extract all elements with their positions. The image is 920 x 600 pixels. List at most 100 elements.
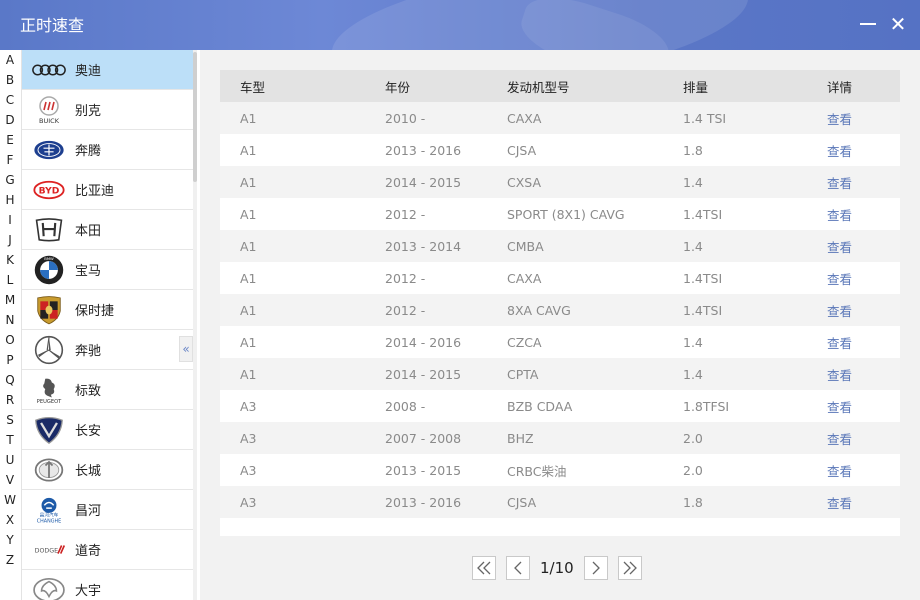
alphabet-letter[interactable]: B: [0, 70, 20, 90]
brand-item[interactable]: 昌河汽车 CHANGHE 昌河: [22, 490, 193, 530]
first-page-button[interactable]: [472, 556, 496, 580]
cell-engine: 8XA CAVG: [487, 294, 663, 326]
alphabet-letter[interactable]: A: [0, 50, 20, 70]
table-row: A1 2012 -8XA CAVG 1.4TSI 查看: [220, 294, 900, 326]
alphabet-letter[interactable]: H: [0, 190, 20, 210]
cell-model: A1: [220, 262, 365, 294]
alphabet-letter[interactable]: O: [0, 330, 20, 350]
collapse-sidebar-button[interactable]: «: [179, 336, 193, 362]
cell-engine: BZB CDAA: [487, 390, 663, 422]
view-details-link[interactable]: 查看: [827, 496, 852, 511]
brand-logo-icon: [30, 134, 68, 166]
alphabet-letter[interactable]: D: [0, 110, 20, 130]
minimize-button[interactable]: [856, 12, 880, 36]
brand-item[interactable]: DODGE 道奇: [22, 530, 193, 570]
view-details-link[interactable]: 查看: [827, 208, 852, 223]
view-details-link[interactable]: 查看: [827, 112, 852, 127]
brand-name: 保时捷: [75, 304, 115, 319]
cell-engine: CMBA: [487, 230, 663, 262]
view-details-link[interactable]: 查看: [827, 240, 852, 255]
brand-logo-icon: [30, 414, 68, 446]
brand-list: 奥迪 BUICK 别克 奔腾 BYD 比亚迪本田 BMW 宝马保时捷奔驰 PEUGEOT 标致长安…: [21, 50, 193, 600]
cell-displacement: 1.4TSI: [663, 198, 827, 230]
brand-item[interactable]: BYD 比亚迪: [22, 170, 193, 210]
cell-model: A1: [220, 358, 365, 390]
view-details-link[interactable]: 查看: [827, 400, 852, 415]
cell-engine: CPTA: [487, 358, 663, 390]
brand-item[interactable]: 奔腾: [22, 130, 193, 170]
brand-item[interactable]: BUICK 别克: [22, 90, 193, 130]
view-details-link[interactable]: 查看: [827, 144, 852, 159]
cell-model: A3: [220, 486, 365, 518]
view-details-link[interactable]: 查看: [827, 272, 852, 287]
brand-logo-icon: BMW: [30, 254, 68, 286]
cell-details: 查看: [827, 486, 900, 518]
brand-name: 宝马: [75, 264, 102, 279]
alphabet-letter[interactable]: M: [0, 290, 20, 310]
cell-engine: CJSA: [487, 134, 663, 166]
brand-item[interactable]: 大宇: [22, 570, 193, 600]
alphabet-letter[interactable]: V: [0, 470, 20, 490]
last-page-button[interactable]: [617, 556, 642, 580]
brand-item[interactable]: BMW 宝马: [22, 250, 193, 290]
brand-list-scroll-thumb[interactable]: [193, 52, 197, 182]
alphabet-letter[interactable]: Y: [0, 530, 20, 550]
view-details-link[interactable]: 查看: [827, 176, 852, 191]
brand-item[interactable]: 保时捷: [22, 290, 193, 330]
brand-name: 比亚迪: [75, 184, 115, 199]
alphabet-letter[interactable]: N: [0, 310, 20, 330]
brand-name: 奥迪: [75, 64, 102, 79]
alphabet-letter[interactable]: J: [0, 230, 20, 250]
cell-model: A3: [220, 390, 365, 422]
view-details-link[interactable]: 查看: [827, 432, 852, 447]
view-details-link[interactable]: 查看: [827, 336, 852, 351]
next-page-button[interactable]: [583, 556, 608, 580]
cell-details: 查看: [827, 422, 900, 454]
prev-page-button[interactable]: [506, 556, 530, 580]
alphabet-letter[interactable]: K: [0, 250, 20, 270]
alphabet-letter[interactable]: U: [0, 450, 20, 470]
alphabet-letter[interactable]: R: [0, 390, 20, 410]
alphabet-index: ABCDEFGHIJKLMNOPQRSTUVWXYZ: [0, 50, 20, 600]
brand-logo-icon: [30, 294, 68, 326]
cell-year: 2014 - 2015: [365, 166, 487, 198]
double-chevron-right-icon: [623, 561, 637, 575]
brand-item[interactable]: 奥迪: [22, 50, 193, 90]
brand-item[interactable]: PEUGEOT 标致: [22, 370, 193, 410]
view-details-link[interactable]: 查看: [827, 368, 852, 383]
alphabet-letter[interactable]: L: [0, 270, 20, 290]
view-details-link[interactable]: 查看: [827, 304, 852, 319]
cell-model: A1: [220, 294, 365, 326]
brand-item[interactable]: 本田: [22, 210, 193, 250]
pagination: 1/10: [472, 556, 642, 580]
brand-item[interactable]: 长安: [22, 410, 193, 450]
alphabet-letter[interactable]: X: [0, 510, 20, 530]
alphabet-letter[interactable]: G: [0, 170, 20, 190]
alphabet-letter[interactable]: Z: [0, 550, 20, 570]
byd-logo-text: BYD: [39, 185, 60, 196]
alphabet-letter[interactable]: T: [0, 430, 20, 450]
alphabet-letter[interactable]: I: [0, 210, 20, 230]
table-row: A1 2013 - 2016 CJSA 1.8 查看: [220, 134, 900, 166]
brand-item[interactable]: 长城: [22, 450, 193, 490]
cell-year: 2012 -: [365, 294, 487, 326]
brand-name: 长城: [75, 464, 102, 479]
title-bar: 正时速查 ✕: [0, 0, 920, 50]
brand-item[interactable]: 奔驰: [22, 330, 193, 370]
alphabet-letter[interactable]: F: [0, 150, 20, 170]
table-row: A1 2014 - 2015 CPTA 1.4 查看: [220, 358, 900, 390]
cell-model: A1: [220, 134, 365, 166]
close-button[interactable]: ✕: [886, 12, 910, 36]
alphabet-letter[interactable]: W: [0, 490, 20, 510]
table-row: A3 2007 - 2008 BHZ 2.0 查看: [220, 422, 900, 454]
cell-year: 2013 - 2016: [365, 486, 487, 518]
alphabet-letter[interactable]: C: [0, 90, 20, 110]
alphabet-letter[interactable]: P: [0, 350, 20, 370]
alphabet-letter[interactable]: Q: [0, 370, 20, 390]
cell-details: 查看: [827, 454, 900, 486]
cell-displacement: 2.0: [663, 454, 827, 486]
alphabet-letter[interactable]: E: [0, 130, 20, 150]
view-details-link[interactable]: 查看: [827, 464, 852, 479]
brand-name: 长安: [75, 424, 102, 439]
alphabet-letter[interactable]: S: [0, 410, 20, 430]
